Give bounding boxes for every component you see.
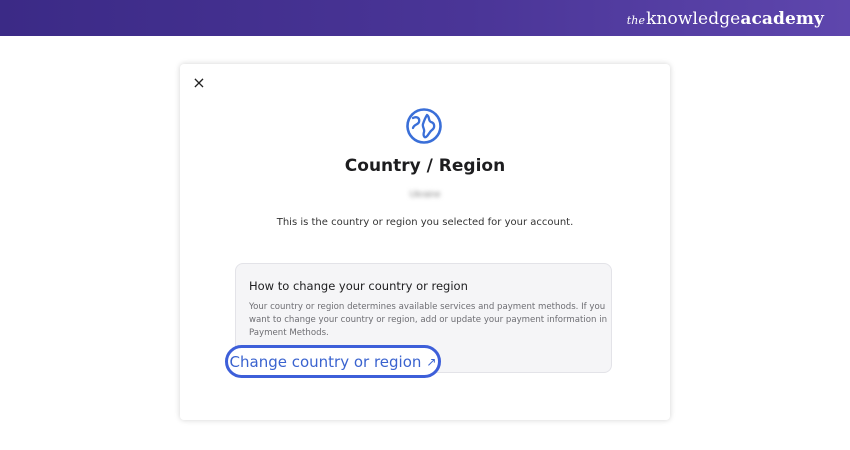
external-arrow-icon: ↗	[426, 354, 437, 369]
dialog-title: Country / Region	[344, 156, 506, 176]
brand-word-knowledge: knowledge	[646, 9, 741, 29]
brand-logo: theknowledgeacademy	[627, 9, 824, 29]
brand-prefix: the	[626, 14, 646, 27]
close-button[interactable]: ×	[191, 74, 207, 92]
info-heading: How to change your country or region	[249, 279, 468, 293]
top-banner: theknowledgeacademy	[0, 0, 850, 36]
info-body: Your country or region determines availa…	[249, 302, 608, 338]
dialog-subtitle: This is the country or region you select…	[276, 217, 574, 228]
globe-icon	[406, 108, 442, 144]
brand-word-academy: academy	[740, 9, 824, 29]
current-country-value: Ukraine	[409, 189, 441, 199]
change-country-link-label: Change country or region	[229, 352, 422, 371]
change-country-link[interactable]: Change country or region ↗	[225, 345, 441, 378]
